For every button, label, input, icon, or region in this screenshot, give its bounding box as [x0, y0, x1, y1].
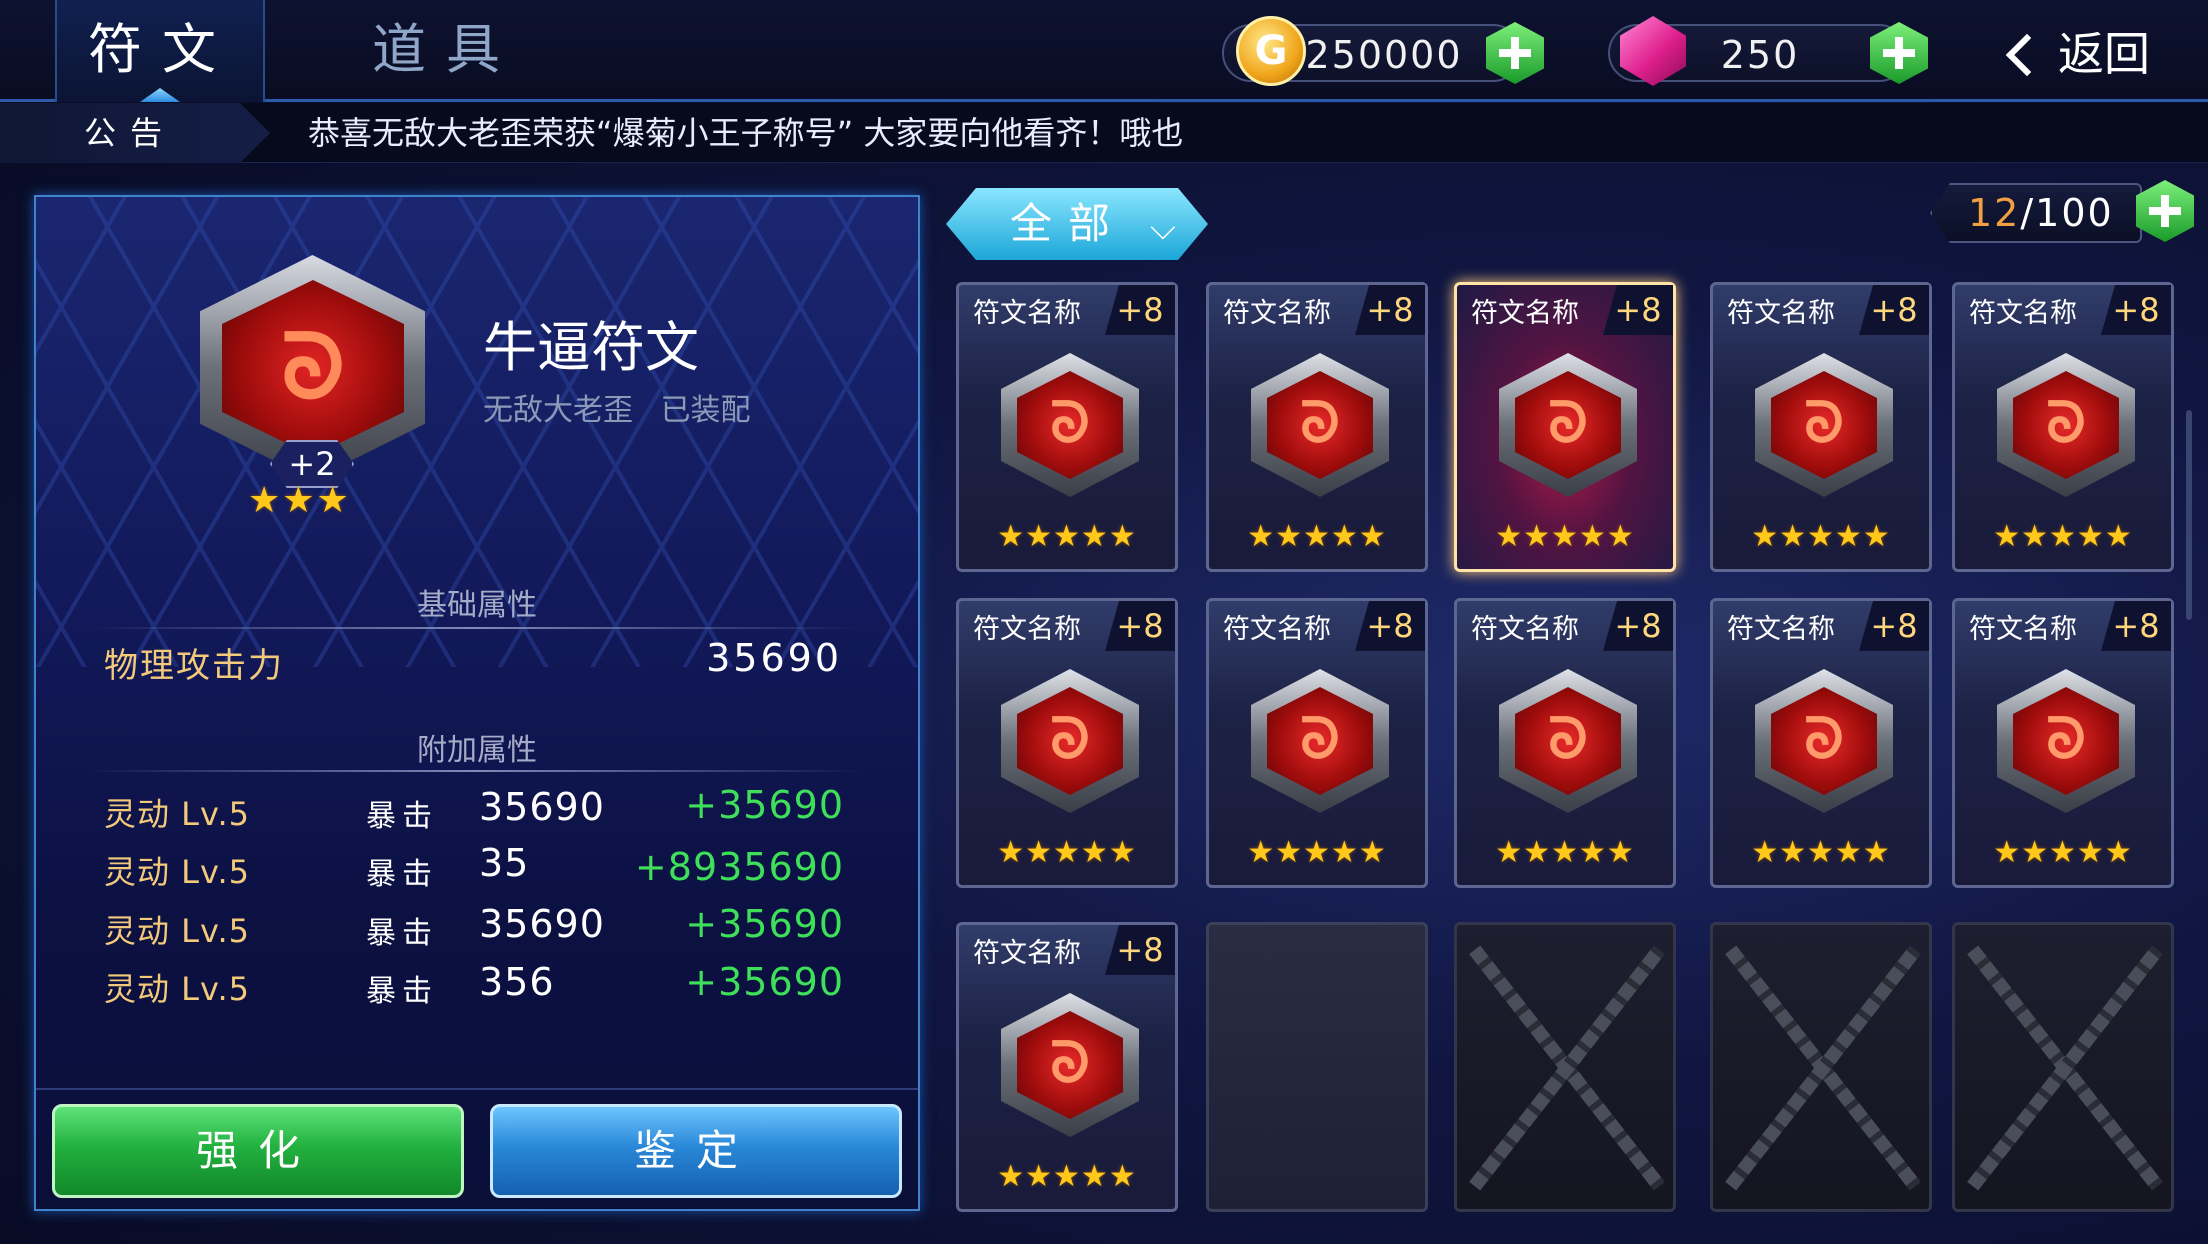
rune-card[interactable]: 符文名称 +8 ᘐ ★★★★★ — [1952, 598, 2174, 888]
divider — [88, 770, 861, 772]
rune-card-level: +8 — [1859, 601, 1929, 651]
extra-attr-row: 灵动 Lv.5 暴击 35690 +35690 — [104, 900, 844, 956]
rune-card-stars: ★★★★★ — [997, 835, 1137, 870]
rune-card[interactable]: 符文名称 +8 ᘐ ★★★★★ — [1454, 598, 1676, 888]
base-attr-name: 物理攻击力 — [104, 646, 284, 686]
rune-card-stars: ★★★★★ — [997, 1159, 1137, 1194]
base-attr-title: 基础属性 — [417, 588, 537, 623]
rune-card-name: 符文名称 — [1727, 614, 1835, 645]
rune-card[interactable]: 符文名称 +8 ᘐ ★★★★★ — [1454, 282, 1676, 572]
rune-card[interactable]: 符文名称 +8 ᘐ ★★★★★ — [956, 922, 1178, 1212]
rune-card-stars: ★★★★★ — [1993, 835, 2133, 870]
rune-card-stars: ★★★★★ — [1247, 519, 1387, 554]
rune-card-name: 符文名称 — [973, 614, 1081, 645]
attr-name: 灵动 Lv.5 — [104, 912, 250, 950]
rune-card-stars: ★★★★★ — [1247, 835, 1387, 870]
rune-card-level: +8 — [1355, 601, 1425, 651]
rune-card-level: +8 — [1105, 285, 1175, 335]
rune-card-stars: ★★★★★ — [1751, 835, 1891, 870]
rune-card[interactable]: 符文名称 +8 ᘐ ★★★★★ — [1710, 282, 1932, 572]
tab-item[interactable]: 道具 — [372, 10, 520, 90]
rune-card-name: 符文名称 — [1223, 614, 1331, 645]
rune-card-level: +8 — [1859, 285, 1929, 335]
rune-card-name: 符文名称 — [1471, 298, 1579, 329]
rune-card[interactable]: 符文名称 +8 ᘐ ★★★★★ — [956, 598, 1178, 888]
rune-card-name: 符文名称 — [973, 298, 1081, 329]
capacity-max: /100 — [2020, 191, 2114, 235]
rune-card-level: +8 — [1603, 285, 1673, 335]
attr-bonus: +8935690 — [634, 845, 844, 889]
rune-card-stars: ★★★★★ — [1495, 835, 1635, 870]
rune-card[interactable]: 符文名称 +8 ᘐ ★★★★★ — [1206, 598, 1428, 888]
extra-attr-row: 灵动 Lv.5 暴击 35 +8935690 — [104, 841, 844, 897]
rune-card-stars: ★★★★★ — [1751, 519, 1891, 554]
enhance-button[interactable]: 强化 — [52, 1104, 464, 1198]
extra-attr-row: 灵动 Lv.5 暴击 35690 +35690 — [104, 783, 844, 839]
rune-equip-status: 已装配 — [660, 393, 751, 428]
gem-amount: 250 — [1720, 33, 1800, 77]
chevron-down-icon[interactable]: ⌵ — [1150, 208, 1176, 248]
rune-card-level: +8 — [1355, 285, 1425, 335]
expand-capacity-button[interactable] — [2136, 180, 2194, 242]
rune-card-name: 符文名称 — [1727, 298, 1835, 329]
rune-card[interactable]: 符文名称 +8 ᘐ ★★★★★ — [1952, 282, 2174, 572]
rune-card-name: 符文名称 — [1969, 614, 2077, 645]
empty-slot — [1206, 922, 1428, 1212]
gold-amount: 250000 — [1305, 33, 1463, 77]
notice-text: 恭喜无敌大老歪荣获“爆菊小王子称号” 大家要向他看齐！哦也 — [308, 114, 1184, 152]
attr-bonus: +35690 — [685, 960, 844, 1004]
extra-attr-title: 附加属性 — [417, 733, 537, 768]
attr-value: 35 — [479, 841, 530, 885]
base-attr-value: 35690 — [706, 636, 842, 680]
attr-name: 灵动 Lv.5 — [104, 853, 250, 891]
divider — [36, 1088, 918, 1090]
rune-card[interactable]: 符文名称 +8 ᘐ ★★★★★ — [1710, 598, 1932, 888]
rune-owner-status: 无敌大老歪 已装配 — [483, 385, 751, 429]
attr-value: 35690 — [479, 902, 605, 946]
rune-card-level: +8 — [2101, 285, 2171, 335]
rune-card-name: 符文名称 — [1471, 614, 1579, 645]
rune-card-level: +8 — [2101, 601, 2171, 651]
attr-value: 356 — [479, 960, 555, 1004]
locked-slot-chain-icon — [1710, 922, 1932, 1212]
back-button[interactable]: 返回 — [1996, 20, 2186, 92]
scrollbar[interactable] — [2186, 410, 2192, 620]
rune-card-level: +8 — [1603, 601, 1673, 651]
rune-card-stars: ★★★★★ — [1495, 519, 1635, 554]
identify-button[interactable]: 鉴定 — [490, 1104, 902, 1198]
attr-type: 暴击 — [366, 974, 438, 1009]
tab-rune[interactable]: 符文 — [88, 10, 236, 90]
rune-card-level: +8 — [1105, 925, 1175, 975]
rune-card-level: +8 — [1105, 601, 1175, 651]
rune-name: 牛逼符文 — [483, 316, 699, 379]
attr-bonus: +35690 — [685, 783, 844, 827]
capacity-text: 12/100 — [1968, 190, 2114, 236]
rune-card-stars: ★★★★★ — [997, 519, 1137, 554]
rune-card-stars: ★★★★★ — [1993, 519, 2133, 554]
attr-bonus: +35690 — [685, 902, 844, 946]
capacity-current: 12 — [1968, 191, 2021, 235]
divider — [88, 627, 861, 629]
extra-attr-row: 灵动 Lv.5 暴击 356 +35690 — [104, 958, 844, 1014]
attr-name: 灵动 Lv.5 — [104, 795, 250, 833]
rune-card-name: 符文名称 — [973, 938, 1081, 969]
attr-value: 35690 — [479, 785, 605, 829]
gold-coin-icon: G — [1236, 16, 1306, 86]
rune-card[interactable]: 符文名称 +8 ᘐ ★★★★★ — [1206, 282, 1428, 572]
rune-stars: ★★★ — [248, 480, 351, 521]
notice-label: 公告 — [84, 114, 177, 152]
attr-name: 灵动 Lv.5 — [104, 970, 250, 1008]
locked-slot-chain-icon — [1952, 922, 2174, 1212]
back-arrow-icon — [2005, 33, 2049, 77]
attr-type: 暴击 — [366, 799, 438, 834]
rune-card-name: 符文名称 — [1223, 298, 1331, 329]
rune-owner: 无敌大老歪 — [483, 393, 633, 428]
locked-slot-chain-icon — [1454, 922, 1676, 1212]
attr-type: 暴击 — [366, 916, 438, 951]
back-label: 返回 — [2058, 27, 2150, 81]
rune-card-name: 符文名称 — [1969, 298, 2077, 329]
attr-type: 暴击 — [366, 857, 438, 892]
rune-card[interactable]: 符文名称 +8 ᘐ ★★★★★ — [956, 282, 1178, 572]
